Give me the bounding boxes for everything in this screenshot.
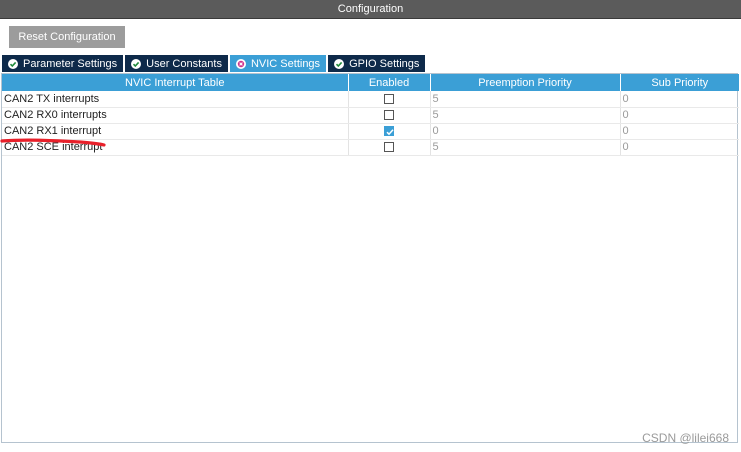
enabled-cell (348, 91, 431, 108)
preemption-priority-cell[interactable]: 5 (430, 91, 621, 108)
interrupt-name: CAN2 TX interrupts (2, 91, 349, 108)
tab-nvic-settings[interactable]: NVIC Settings (229, 55, 327, 72)
check-icon (8, 58, 18, 69)
settings-tabs: Parameter Settings User Constants NVIC S… (2, 55, 427, 72)
sub-priority-cell[interactable]: 0 (620, 139, 739, 156)
enabled-cell (348, 107, 431, 124)
check-icon (131, 58, 142, 69)
interrupt-name: CAN2 RX0 interrupts (2, 107, 349, 124)
watermark: CSDN @lilei668 (642, 431, 729, 445)
enabled-checkbox[interactable] (384, 110, 394, 121)
table-row[interactable]: CAN2 RX1 interrupt 0 0 (2, 123, 739, 140)
column-header-enabled[interactable]: Enabled (348, 74, 431, 91)
tab-parameter-settings[interactable]: Parameter Settings (2, 55, 124, 72)
nvic-interrupt-table: NVIC Interrupt Table Enabled Preemption … (2, 74, 739, 156)
sub-priority-cell[interactable]: 0 (620, 107, 739, 124)
tab-label: User Constants (146, 57, 222, 70)
table-header-row: NVIC Interrupt Table Enabled Preemption … (2, 74, 739, 91)
enabled-cell (348, 123, 431, 140)
table-row[interactable]: CAN2 TX interrupts 5 0 (2, 91, 739, 108)
nvic-panel: NVIC Interrupt Table Enabled Preemption … (1, 73, 739, 443)
tab-label: GPIO Settings (349, 57, 420, 70)
tab-label: NVIC Settings (250, 57, 321, 70)
sub-priority-cell[interactable]: 0 (620, 123, 739, 140)
enabled-checkbox[interactable] (384, 93, 394, 104)
enabled-checkbox[interactable] (384, 126, 394, 137)
error-icon (235, 58, 246, 69)
column-header-sub-priority[interactable]: Sub Priority (620, 74, 739, 91)
preemption-priority-cell[interactable]: 5 (430, 107, 621, 124)
column-header-interrupt[interactable]: NVIC Interrupt Table (2, 74, 349, 91)
tab-user-constants[interactable]: User Constants (125, 55, 228, 72)
preemption-priority-cell[interactable]: 5 (430, 139, 621, 156)
column-header-preemption-priority[interactable]: Preemption Priority (430, 74, 621, 91)
red-underline-annotation (0, 138, 106, 147)
check-icon (334, 58, 345, 69)
enabled-checkbox[interactable] (384, 142, 394, 153)
tab-gpio-settings[interactable]: GPIO Settings (328, 55, 426, 72)
table-row[interactable]: CAN2 RX0 interrupts 5 0 (2, 107, 739, 124)
tab-label: Parameter Settings (23, 57, 118, 70)
preemption-priority-cell[interactable]: 0 (430, 123, 621, 140)
window-title: Configuration (0, 0, 741, 19)
sub-priority-cell[interactable]: 0 (620, 91, 739, 108)
table-row[interactable]: CAN2 SCE interrupt 5 0 (2, 139, 739, 156)
reset-configuration-button[interactable]: Reset Configuration (9, 26, 125, 48)
enabled-cell (348, 139, 431, 156)
